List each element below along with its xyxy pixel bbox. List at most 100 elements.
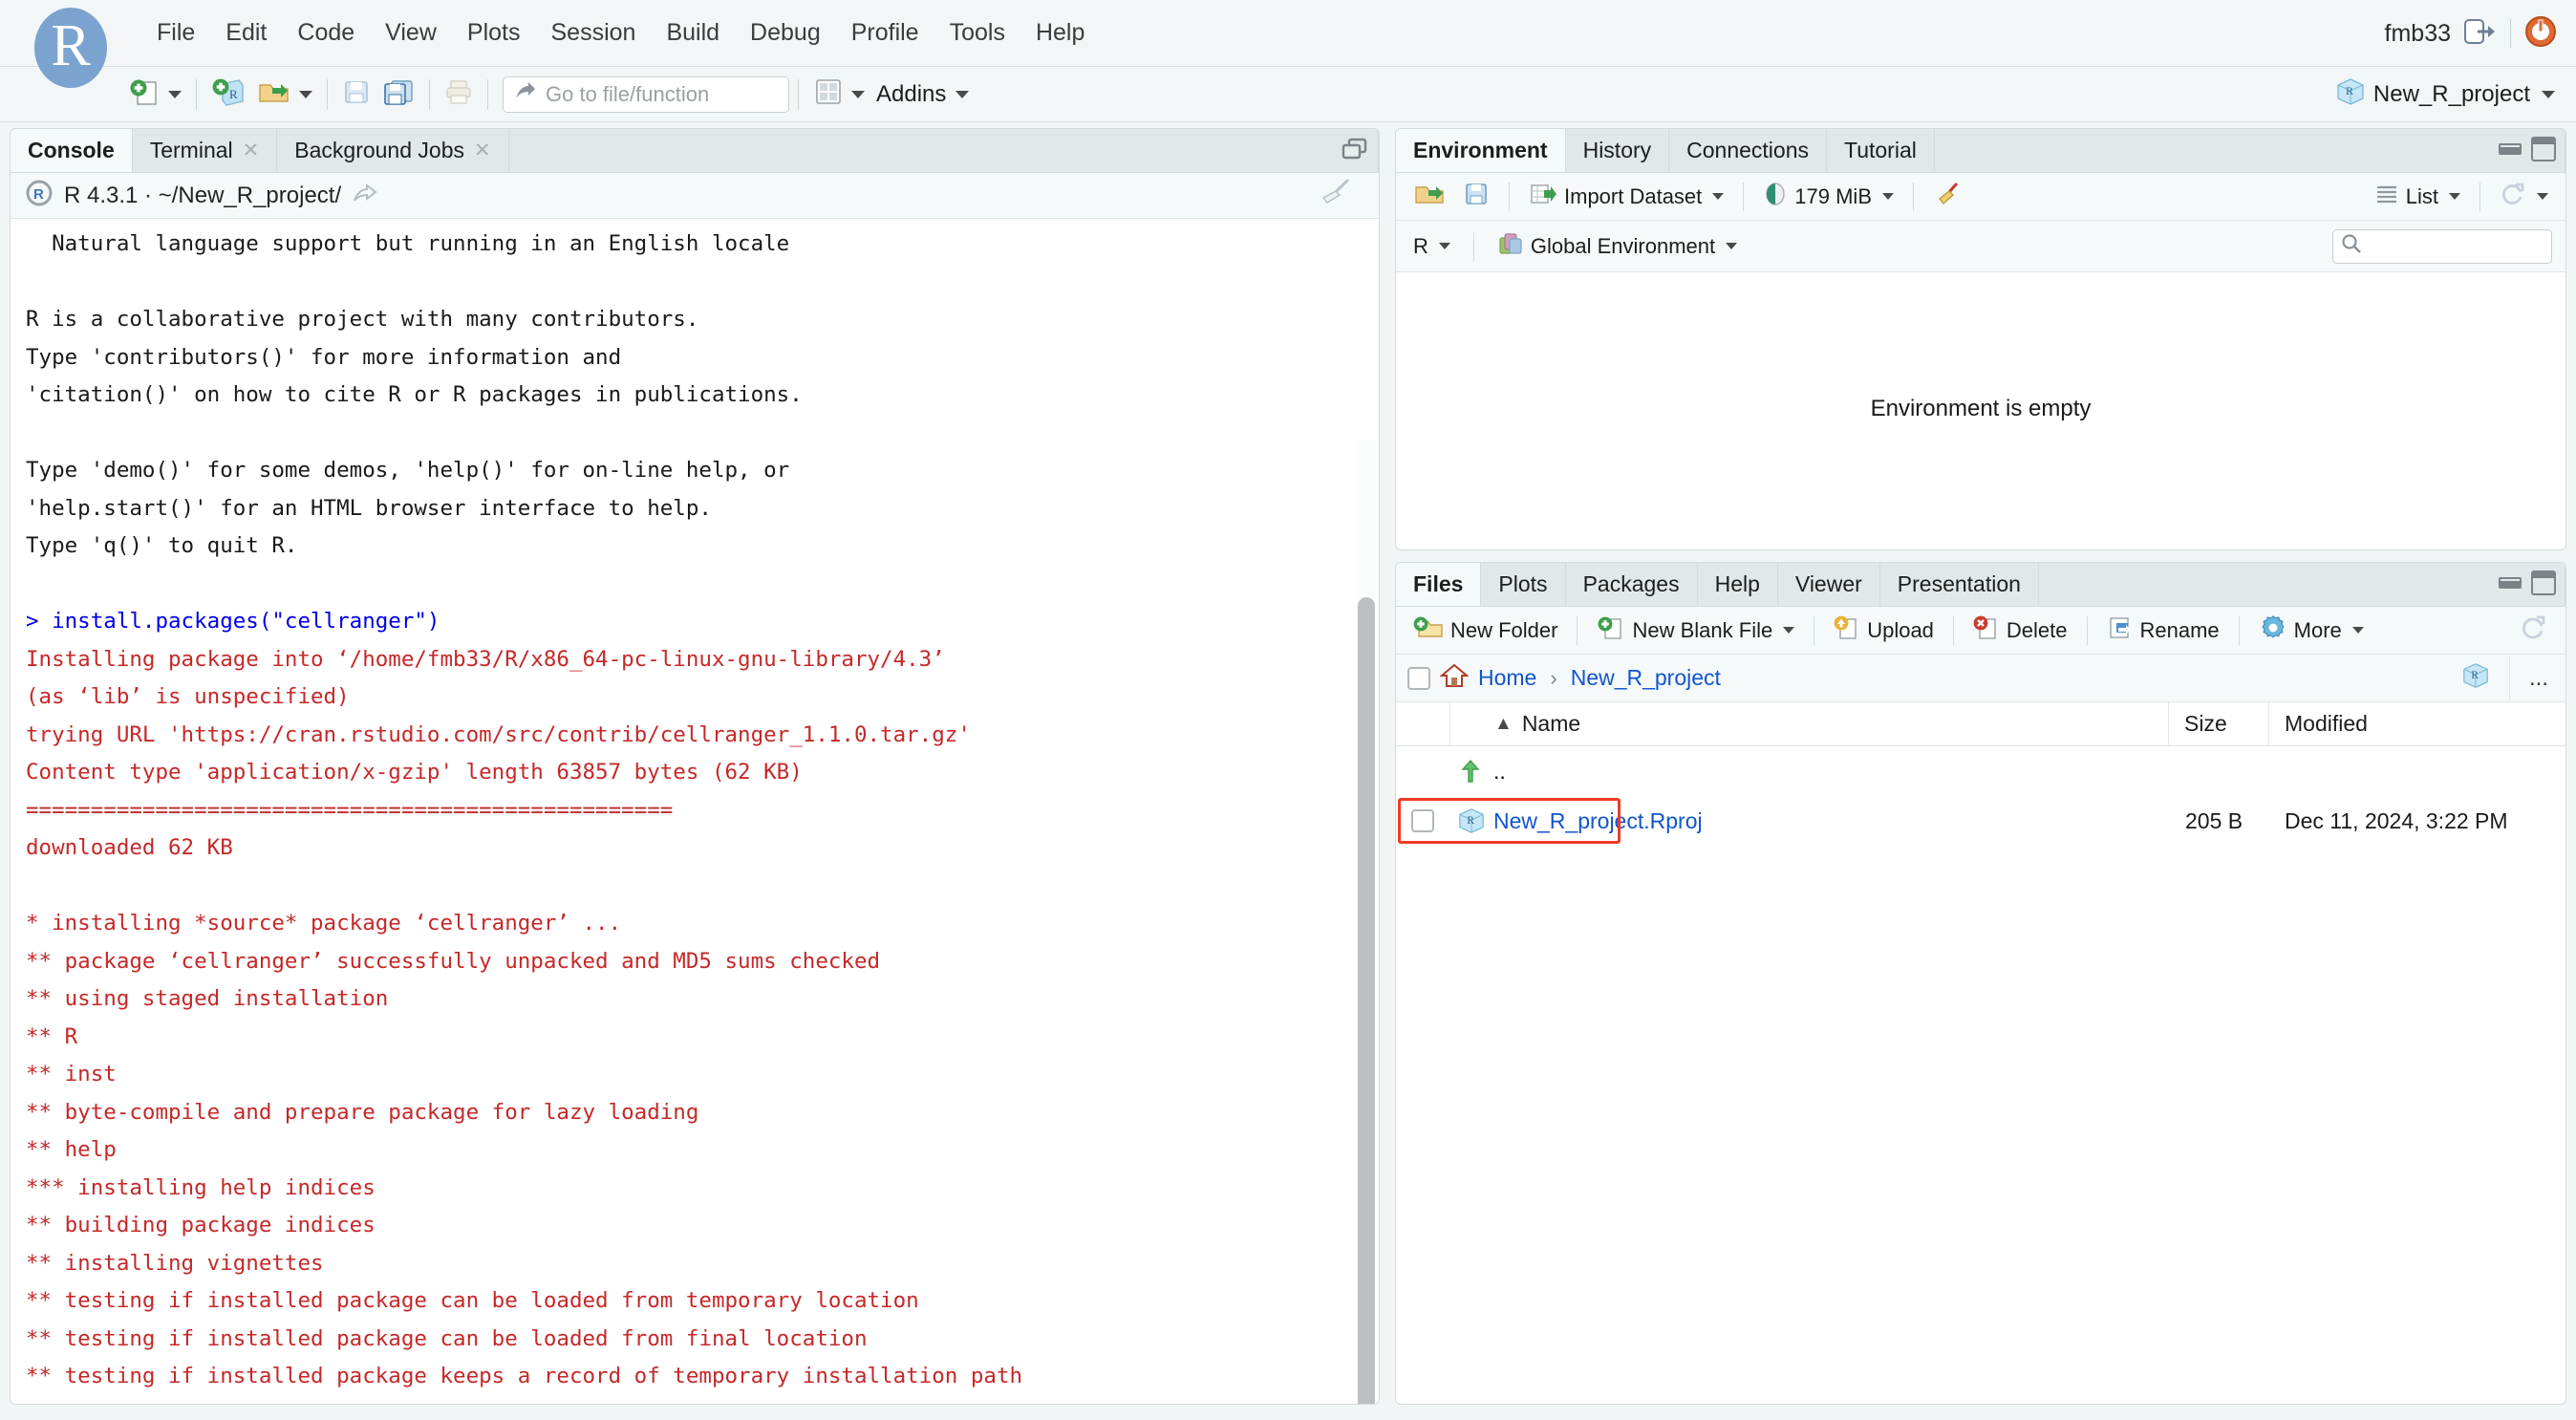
save-button[interactable] [336, 75, 376, 114]
upload-button[interactable]: Upload [1828, 611, 1940, 651]
menu-profile[interactable]: Profile [836, 13, 934, 53]
environment-scope-selector[interactable]: Global Environment [1492, 227, 1743, 266]
open-file-caret[interactable] [299, 90, 312, 98]
tab-viewer[interactable]: Viewer [1777, 563, 1880, 606]
language-caret[interactable] [1438, 243, 1450, 249]
table-row[interactable]: .. [1396, 746, 2565, 796]
close-icon[interactable]: ✕ [243, 139, 260, 162]
view-mode-caret[interactable] [2449, 193, 2460, 200]
panes-caret[interactable] [851, 90, 865, 98]
tab-tutorial-label: Tutorial [1844, 137, 1917, 162]
new-blank-file-caret[interactable] [1783, 627, 1795, 634]
power-icon[interactable] [2524, 15, 2557, 53]
clear-environment-button[interactable] [1927, 177, 1967, 217]
new-file-caret[interactable] [168, 90, 182, 98]
menu-view[interactable]: View [370, 13, 452, 53]
tab-connections[interactable]: Connections [1669, 129, 1827, 172]
maximize-pane-icon[interactable] [2531, 137, 2556, 161]
open-file-button[interactable] [251, 75, 318, 114]
language-selector[interactable]: R [1407, 231, 1456, 262]
refresh-icon [2520, 613, 2548, 648]
more-caret[interactable] [2351, 627, 2364, 634]
new-blank-file-button[interactable]: New Blank File [1591, 611, 1800, 651]
sign-out-icon[interactable] [2464, 18, 2497, 50]
view-mode-button[interactable]: List [2369, 180, 2466, 214]
broom-icon[interactable] [1316, 177, 1354, 214]
tab-background-jobs[interactable]: Background Jobs ✕ [277, 129, 509, 172]
row-name-link[interactable]: New_R_project.Rproj [1493, 808, 1703, 834]
tab-files[interactable]: Files [1396, 563, 1482, 606]
header-size[interactable]: Size [2169, 711, 2268, 737]
menu-file[interactable]: File [141, 13, 210, 53]
goto-placeholder-text: Go to file/function [546, 81, 710, 106]
save-all-icon [382, 77, 415, 111]
tab-terminal[interactable]: Terminal ✕ [132, 129, 278, 172]
row-name-cell[interactable]: New_R_project.Rproj [1493, 808, 2170, 834]
select-all-checkbox[interactable] [1407, 666, 1430, 690]
menu-code[interactable]: Code [282, 13, 370, 53]
tab-tutorial[interactable]: Tutorial [1827, 129, 1935, 172]
menu-session[interactable]: Session [536, 13, 652, 53]
menu-help[interactable]: Help [1020, 13, 1100, 53]
upload-icon [1834, 613, 1860, 648]
menu-tools[interactable]: Tools [934, 13, 1020, 53]
menu-plots[interactable]: Plots [452, 13, 536, 53]
menu-build[interactable]: Build [651, 13, 735, 53]
delete-button[interactable]: Delete [1967, 611, 2073, 651]
save-workspace-button[interactable] [1457, 178, 1495, 216]
memory-usage-caret[interactable] [1882, 193, 1894, 200]
menu-debug[interactable]: Debug [735, 13, 836, 53]
tab-presentation[interactable]: Presentation [1879, 563, 2039, 606]
close-icon[interactable]: ✕ [474, 139, 491, 162]
breadcrumb-project[interactable]: New_R_project [1571, 665, 1721, 691]
addins-caret[interactable] [955, 90, 970, 98]
workspace-panes-button[interactable] [807, 75, 870, 114]
environment-search-input[interactable] [2332, 228, 2552, 264]
popout-icon[interactable] [353, 183, 377, 208]
new-file-button[interactable] [122, 73, 187, 116]
menu-edit[interactable]: Edit [210, 13, 282, 53]
goto-file-function[interactable]: Go to file/function [503, 75, 789, 113]
load-workspace-button[interactable] [1407, 178, 1451, 216]
import-dataset-caret[interactable] [1712, 193, 1725, 200]
restore-pane-icon[interactable] [1341, 137, 1369, 166]
table-row[interactable]: R New_R_project.Rproj 205 B Dec 11, 2024… [1396, 796, 2565, 846]
row-checkbox[interactable] [1411, 809, 1434, 832]
more-button[interactable]: More [2253, 611, 2370, 651]
rename-button[interactable]: Rename [2101, 612, 2225, 650]
svg-text:R: R [229, 87, 238, 101]
tab-history[interactable]: History [1565, 129, 1670, 172]
env-toolbar-divider-1 [1509, 182, 1510, 211]
project-caret[interactable] [2542, 90, 2555, 98]
refresh-environment-button[interactable] [2494, 178, 2554, 216]
addins-button[interactable]: Addins [876, 81, 946, 108]
tab-packages[interactable]: Packages [1565, 563, 1698, 606]
minimize-pane-icon[interactable] [2499, 143, 2522, 155]
maximize-pane-icon[interactable] [2531, 570, 2556, 595]
tab-environment[interactable]: Environment [1396, 129, 1566, 172]
console-scrollbar-track[interactable] [1357, 440, 1376, 1404]
project-name-label[interactable]: New_R_project [2373, 81, 2530, 108]
memory-usage-button[interactable]: 179 MiB [1757, 178, 1900, 216]
r-project-cube-icon[interactable]: R [2461, 661, 2490, 695]
files-toolbar-divider-3 [1952, 615, 1954, 645]
new-folder-button[interactable]: New Folder [1407, 612, 1563, 650]
refresh-files-button[interactable] [2514, 611, 2554, 651]
console-output-area[interactable]: Natural language support but running in … [11, 220, 1379, 1404]
environment-scope-caret[interactable] [1726, 243, 1738, 249]
refresh-caret[interactable] [2537, 193, 2548, 200]
minimize-pane-icon[interactable] [2499, 577, 2522, 589]
tab-console[interactable]: Console [11, 129, 133, 172]
save-all-button[interactable] [376, 75, 420, 114]
new-project-button[interactable]: R [205, 73, 251, 116]
console-scrollbar-thumb[interactable] [1358, 597, 1375, 1404]
files-overflow-menu[interactable]: ... [2529, 665, 2548, 692]
import-dataset-button[interactable]: Import Dataset [1523, 178, 1729, 216]
tab-plots[interactable]: Plots [1481, 563, 1566, 606]
row-name-cell[interactable]: .. [1493, 759, 2170, 785]
header-modified[interactable]: Modified [2269, 711, 2565, 737]
environment-search-field[interactable] [2368, 235, 2530, 257]
breadcrumb-home[interactable]: Home [1478, 665, 1536, 691]
header-name[interactable]: ▲ Name [1494, 711, 2168, 737]
tab-help[interactable]: Help [1697, 563, 1778, 606]
